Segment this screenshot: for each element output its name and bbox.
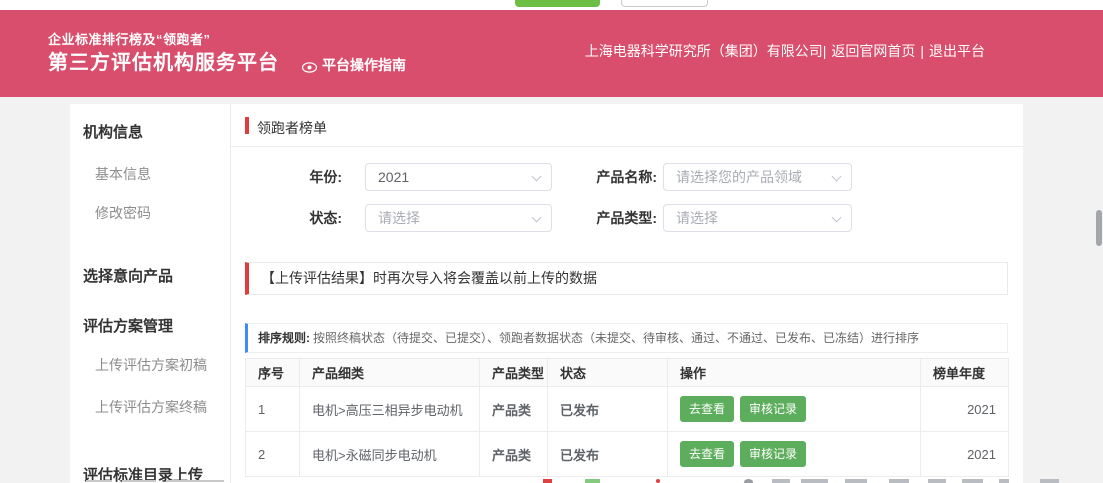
col-header-year: 榜单年度 [921,359,1009,387]
filter-status-select[interactable]: 请选择 [365,204,552,232]
app-title: 第三方评估机构服务平台 [48,46,279,75]
filter-status-label: 状态: [242,204,342,232]
filter-product-type-placeholder: 请选择 [676,210,718,226]
home-link[interactable]: 返回官网首页 [831,43,915,59]
col-header-index: 序号 [246,359,300,387]
table-row: 2 电机>永磁同步电动机 产品类 已发布 去查看审核记录 2021 [246,432,1009,477]
partial-footer-glyphs [0,477,1103,483]
chevron-down-icon [832,213,842,223]
chevron-down-icon [832,172,842,182]
sidebar-group-select-products[interactable]: 选择意向产品 [83,265,173,286]
sort-rule-label: 排序规则: [258,331,310,345]
platform-guide-label: 平台操作指南 [322,55,406,75]
chevron-down-icon [532,213,542,223]
row-product-type: 产品类 [480,387,548,432]
section-title: 领跑者榜单 [257,118,327,138]
review-record-button[interactable]: 审核记录 [740,396,806,422]
sidebar-item-upload-final[interactable]: 上传评估方案终稿 [95,397,207,417]
review-record-button[interactable]: 审核记录 [740,441,806,467]
sidebar-group-org-info[interactable]: 机构信息 [83,121,143,142]
filter-product-name-select[interactable]: 请选择您的产品领域 [663,163,852,191]
sidebar-divider [230,104,231,483]
col-header-actions: 操作 [668,359,921,387]
scrollbar-thumb[interactable] [1096,210,1102,246]
sort-rule-text: 按照终稿状态（待提交、已提交）、领跑者数据状态（未提交、待审核、通过、不通过、已… [313,331,919,345]
sidebar-item-basic-info[interactable]: 基本信息 [95,164,151,184]
company-name-link[interactable]: 上海电器科学研究所（集团）有限公司 [585,43,823,59]
row-actions: 去查看审核记录 [668,387,921,432]
view-button[interactable]: 去查看 [680,441,734,467]
table-header-row: 序号 产品细类 产品类型 状态 操作 榜单年度 [246,359,1009,387]
link-separator: | [823,43,827,59]
sidebar-item-upload-draft[interactable]: 上传评估方案初稿 [95,355,207,375]
partial-white-button[interactable] [621,0,708,7]
row-index: 2 [246,432,300,477]
row-product-type: 产品类 [480,432,548,477]
table-row: 1 电机>高压三相异步电动机 产品类 已发布 去查看审核记录 2021 [246,387,1009,432]
view-button[interactable]: 去查看 [680,396,734,422]
link-separator: | [920,43,924,59]
page: 企业标准排行榜及“领跑者” 第三方评估机构服务平台 平台操作指南 上海电器科学研… [0,0,1103,483]
row-status: 已发布 [548,432,668,477]
col-header-type: 产品类型 [480,359,548,387]
row-index: 1 [246,387,300,432]
logout-link[interactable]: 退出平台 [929,43,985,59]
filter-product-name-label: 产品名称: [557,163,657,191]
col-header-status: 状态 [548,359,668,387]
filter-status-placeholder: 请选择 [378,210,420,226]
row-actions: 去查看审核记录 [668,432,921,477]
sidebar-item-change-password[interactable]: 修改密码 [95,203,151,223]
row-category: 电机>高压三相异步电动机 [300,387,480,432]
section-title-accent-bar [245,117,249,134]
partial-green-button[interactable] [515,0,600,7]
header-links: 上海电器科学研究所（集团）有限公司|返回官网首页|退出平台 [585,41,985,61]
row-year: 2021 [921,387,1009,432]
app-header: 企业标准排行榜及“领跑者” 第三方评估机构服务平台 平台操作指南 上海电器科学研… [0,10,1103,97]
filter-year-select[interactable]: 2021 [365,163,552,191]
chevron-down-icon [532,172,542,182]
filter-year-label: 年份: [242,163,342,191]
filter-product-type-label: 产品类型: [557,204,657,232]
row-year: 2021 [921,432,1009,477]
sidebar-group-plan-management[interactable]: 评估方案管理 [83,315,173,336]
top-strip [0,0,1103,10]
eye-icon [302,60,317,71]
row-status: 已发布 [548,387,668,432]
filter-product-name-placeholder: 请选择您的产品领域 [676,169,802,185]
filter-year-value: 2021 [378,169,409,185]
filter-product-type-select[interactable]: 请选择 [663,204,852,232]
platform-guide-link[interactable]: 平台操作指南 [302,55,406,75]
upload-overwrite-notice: 【上传评估结果】时再次导入将会覆盖以前上传的数据 [245,262,1008,295]
sort-rule-notice: 排序规则:按照终稿状态（待提交、已提交）、领跑者数据状态（未提交、待审核、通过、… [245,323,1008,353]
row-category: 电机>永磁同步电动机 [300,432,480,477]
leaderboard-table: 序号 产品细类 产品类型 状态 操作 榜单年度 1 电机>高压三相异步电动机 产… [245,358,1009,477]
section-divider [230,146,1023,147]
col-header-category: 产品细类 [300,359,480,387]
